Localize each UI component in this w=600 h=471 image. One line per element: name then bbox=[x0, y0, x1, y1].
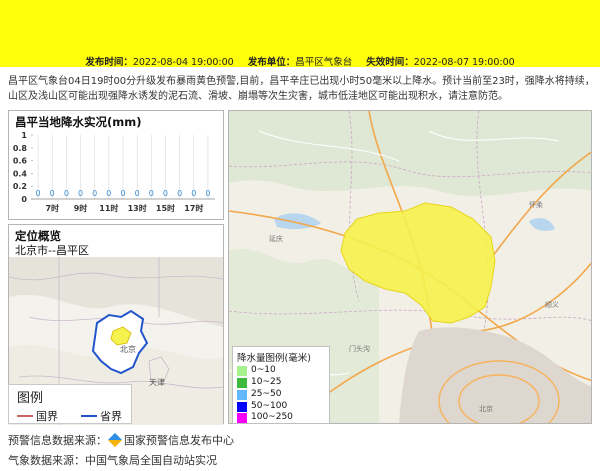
issue-unit: 昌平区气象台 bbox=[295, 57, 353, 68]
map-label-beijing: 北京 bbox=[120, 344, 136, 354]
rain-swatch-0 bbox=[237, 366, 247, 376]
y-tick-label: 1 bbox=[21, 131, 27, 140]
x-tick-label: 13时 bbox=[128, 203, 147, 213]
rain-swatch-3 bbox=[237, 402, 247, 412]
rain-legend-label: 50~100 bbox=[251, 401, 288, 411]
y-tick-label: 0 bbox=[21, 195, 27, 204]
expire-time-label: 失效时间： bbox=[366, 57, 414, 68]
warning-banner: 发布时间：2022-08-04 19:00:00 发布单位：昌平区气象台 失效时间：… bbox=[0, 0, 600, 68]
map-label-tianjin: 天津 bbox=[149, 377, 165, 387]
issue-unit-label: 发布单位： bbox=[247, 57, 296, 68]
rain-value-label: 0 bbox=[64, 189, 69, 198]
rain-legend-title: 降水量图例(毫米) bbox=[237, 353, 311, 364]
rain-legend-label: 100~250 bbox=[251, 412, 293, 422]
province-border-label: 省界 bbox=[100, 410, 122, 423]
rain-legend-label: 0~10 bbox=[251, 365, 276, 375]
rain-value-label: 0 bbox=[120, 189, 125, 198]
rain-chart-title: 昌平当地降水实况(mm) bbox=[15, 115, 142, 129]
rain-value-label: 0 bbox=[36, 189, 41, 198]
location-subtitle: 北京市--昌平区 bbox=[15, 244, 89, 257]
rain-legend-item: 0~10 bbox=[237, 365, 327, 377]
x-tick-label: 7时 bbox=[45, 203, 59, 213]
svg-text:门头沟: 门头沟 bbox=[349, 344, 370, 353]
x-tick-label: 15时 bbox=[156, 203, 175, 213]
rain-value-label: 0 bbox=[92, 189, 97, 198]
warning-source-label: 预警信息数据来源： bbox=[8, 434, 107, 447]
svg-text:怀柔: 怀柔 bbox=[529, 200, 543, 209]
rain-value-label: 0 bbox=[135, 189, 140, 198]
rain-legend: 降水量图例(毫米) 0~10 10~25 25~50 50~100 100~25… bbox=[232, 346, 330, 424]
x-tick-label: 11时 bbox=[99, 203, 118, 213]
expire-time: 2022-08-07 19:00:00 bbox=[413, 57, 515, 68]
x-tick-label: 9时 bbox=[74, 203, 88, 213]
country-border-label: 国界 bbox=[36, 410, 58, 423]
svg-text:北京: 北京 bbox=[479, 404, 493, 413]
weather-source: 中国气象局全国自动站实况 bbox=[85, 454, 217, 467]
issue-time: 2022-08-04 19:00:00 bbox=[132, 57, 234, 68]
warning-source: 国家预警信息发布中心 bbox=[124, 434, 234, 447]
rain-swatch-1 bbox=[237, 378, 247, 388]
y-tick-label: 0.4 bbox=[13, 169, 28, 178]
rain-value-label: 0 bbox=[78, 189, 83, 198]
rain-value-label: 0 bbox=[163, 189, 168, 198]
svg-text:延庆: 延庆 bbox=[269, 234, 283, 243]
rain-chart: 00.20.40.60.810 0 0 0 0 0 0 0 0 0 0 0 07时 9时 11时 13时 15时… bbox=[13, 131, 215, 213]
rain-chart-panel: 昌平当地降水实况(mm) 0 0.2 0.4 0.6 0.8 1 0 0 0 0 0 0 0 0 0 0 0 0 0… bbox=[8, 110, 224, 220]
rain-legend-label: 10~25 bbox=[251, 377, 282, 387]
svg-text:顺义: 顺义 bbox=[545, 301, 559, 309]
rain-swatch-4 bbox=[237, 413, 247, 423]
rain-legend-item: 100~250 bbox=[237, 412, 327, 424]
issue-time-label: 发布时间： bbox=[85, 57, 133, 68]
x-tick-label: 17时 bbox=[184, 203, 203, 213]
rain-swatch-2 bbox=[237, 390, 247, 400]
rain-legend-item: 25~50 bbox=[237, 389, 327, 401]
y-tick-label: 0.6 bbox=[13, 157, 28, 166]
border-legend: 图例 国界 省界 bbox=[8, 384, 132, 424]
rain-value-label: 0 bbox=[149, 189, 154, 198]
rain-value-label: 0 bbox=[50, 189, 55, 198]
border-legend-title: 图例 bbox=[17, 391, 44, 406]
y-tick-label: 0.2 bbox=[13, 182, 27, 191]
y-tick-label: 0.8 bbox=[13, 144, 28, 153]
warning-meta: 发布时间：2022-08-04 19:00:00 发布单位：昌平区气象台 失效时间：… bbox=[0, 54, 600, 68]
rain-value-label: 0 bbox=[177, 189, 182, 198]
rain-legend-item: 10~25 bbox=[237, 377, 327, 389]
warning-source-line: 预警信息数据来源： 国家预警信息发布中心 bbox=[8, 432, 234, 448]
weather-source-line: 气象数据来源：中国气象局全国自动站实况 bbox=[8, 452, 217, 468]
rain-legend-label: 25~50 bbox=[251, 389, 282, 399]
weather-source-label: 气象数据来源： bbox=[8, 454, 85, 467]
rain-value-label: 0 bbox=[205, 189, 210, 198]
warning-center-logo-icon bbox=[107, 432, 123, 448]
country-border-swatch bbox=[17, 415, 33, 417]
warning-description: 昌平区气象台04日19时00分升级发布暴雨黄色预警,目前，昌平辛庄已出现小时50… bbox=[8, 76, 595, 102]
rain-value-label: 0 bbox=[106, 189, 111, 198]
province-border-swatch bbox=[81, 415, 97, 417]
rain-value-label: 0 bbox=[191, 189, 196, 198]
